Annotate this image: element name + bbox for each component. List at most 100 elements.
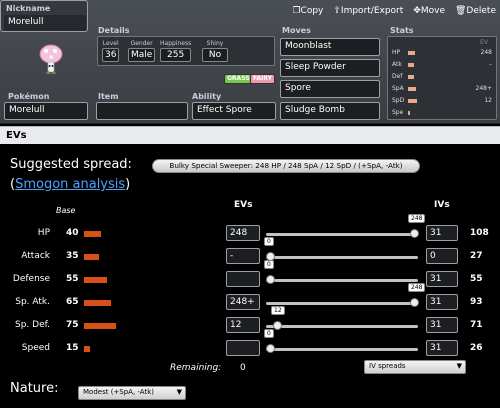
base-column-header: Base bbox=[56, 206, 76, 215]
stat-summary-name: Def bbox=[392, 73, 403, 80]
import-export-button[interactable]: ⇪Import/Export bbox=[333, 6, 403, 16]
smogon-analysis: (Smogon analysis) bbox=[10, 177, 131, 192]
stat-total: 26 bbox=[470, 343, 483, 353]
copy-button[interactable]: ❐Copy bbox=[292, 6, 323, 16]
remaining-value: 0 bbox=[240, 363, 246, 373]
pokemon-input[interactable]: Morelull bbox=[4, 102, 88, 120]
ev-input[interactable] bbox=[226, 340, 260, 356]
ability-input[interactable]: Effect Spore bbox=[192, 102, 276, 120]
ev-slider-thumb[interactable] bbox=[410, 229, 419, 238]
smogon-analysis-link[interactable]: Smogon analysis bbox=[15, 177, 125, 192]
stat-row: Sp. Def. 75 12 12 31 71 bbox=[0, 306, 500, 337]
base-stat-value: 55 bbox=[66, 274, 79, 284]
stat-summary-name: HP bbox=[392, 49, 401, 56]
suggested-spread-button[interactable]: Bulky Special Sweeper: 248 HP / 248 SpA … bbox=[152, 159, 420, 173]
stat-total: 93 bbox=[470, 297, 483, 307]
ev-input[interactable]: 248 bbox=[226, 225, 260, 241]
delete-button[interactable]: 🗑Delete bbox=[455, 6, 496, 16]
stat-summary-name: Spe bbox=[392, 109, 404, 116]
stat-name: Sp. Atk. bbox=[15, 297, 50, 307]
upload-icon: ⇪ bbox=[333, 6, 341, 16]
ev-slider[interactable] bbox=[266, 325, 418, 328]
ev-input[interactable]: 248+ bbox=[226, 294, 260, 310]
pokemon-label: Pokémon bbox=[8, 92, 50, 101]
base-stat-bar bbox=[84, 231, 101, 237]
ivs-column-header: IVs bbox=[434, 200, 450, 210]
ev-slider[interactable] bbox=[266, 233, 418, 236]
nature-select[interactable]: Modest (+SpA, -Atk) ▼ bbox=[78, 386, 186, 400]
copy-icon: ❐ bbox=[292, 6, 301, 16]
ev-slider-tooltip: 12 bbox=[271, 306, 285, 315]
move-input-1[interactable]: Moonblast bbox=[280, 38, 380, 56]
base-stat-value: 65 bbox=[66, 297, 79, 307]
iv-input[interactable]: 31 bbox=[426, 294, 458, 310]
ev-input[interactable] bbox=[226, 271, 260, 287]
iv-spreads-select[interactable]: IV spreads ▼ bbox=[364, 360, 466, 374]
stat-total: 108 bbox=[470, 228, 489, 238]
chevron-down-icon: ▼ bbox=[176, 388, 182, 396]
nickname-input[interactable]: Morelull bbox=[4, 15, 86, 31]
stat-summary-name: SpA bbox=[392, 85, 404, 92]
ev-input[interactable]: - bbox=[226, 248, 260, 264]
iv-input[interactable]: 31 bbox=[426, 340, 458, 356]
iv-input[interactable]: 31 bbox=[426, 271, 458, 287]
ev-slider-thumb[interactable] bbox=[410, 298, 419, 307]
base-stat-value: 75 bbox=[66, 320, 79, 330]
stat-summary-name: Atk bbox=[392, 61, 402, 68]
stat-summary-ev: 12 bbox=[484, 97, 492, 104]
stat-summary-row: SpD 12 bbox=[390, 96, 494, 106]
ev-input[interactable]: 12 bbox=[226, 317, 260, 333]
ev-slider-tooltip: 248 bbox=[408, 283, 426, 292]
shiny-field: Shiny No bbox=[202, 40, 228, 62]
stat-row: Speed 15 0 31 26 bbox=[0, 329, 500, 360]
stat-summary-ev: 248+ bbox=[475, 85, 492, 92]
ev-slider-thumb[interactable] bbox=[273, 321, 282, 330]
stats-summary-button[interactable]: EV HP 248 Atk – Def SpA 248+ SpD 12 Spe bbox=[387, 36, 497, 120]
suggested-spread-label: Suggested spread: bbox=[10, 157, 132, 172]
level-field: Level 36 bbox=[102, 40, 120, 62]
details-box[interactable]: Level 36 Gender Male Happiness 255 Shiny… bbox=[97, 36, 275, 66]
move-input-3[interactable]: Spore bbox=[280, 80, 380, 98]
stat-summary-bar bbox=[408, 63, 414, 67]
base-stat-value: 40 bbox=[66, 228, 79, 238]
type-badge-grass: GRASS bbox=[224, 74, 253, 84]
ev-slider-tooltip: 0 bbox=[264, 237, 274, 246]
ev-slider[interactable] bbox=[266, 256, 418, 259]
ev-slider[interactable] bbox=[266, 279, 418, 282]
item-label: Item bbox=[98, 92, 119, 101]
stat-summary-name: SpD bbox=[392, 97, 405, 104]
remaining-label: Remaining: bbox=[170, 363, 222, 373]
stat-row: HP 40 248 248 31 108 bbox=[0, 214, 500, 245]
nickname-label: Nickname bbox=[6, 4, 51, 13]
ev-slider[interactable] bbox=[266, 348, 418, 351]
stat-summary-bar bbox=[408, 51, 415, 55]
stat-total: 55 bbox=[470, 274, 483, 284]
stat-summary-row: SpA 248+ bbox=[390, 84, 494, 94]
ev-slider-thumb[interactable] bbox=[266, 344, 275, 353]
ev-slider-tooltip: 0 bbox=[264, 329, 274, 338]
iv-input[interactable]: 0 bbox=[426, 248, 458, 264]
stat-summary-ev: – bbox=[489, 61, 492, 68]
ev-slider[interactable] bbox=[266, 302, 418, 305]
ev-slider-thumb[interactable] bbox=[266, 275, 275, 284]
moves-label: Moves bbox=[282, 26, 311, 35]
iv-input[interactable]: 31 bbox=[426, 225, 458, 241]
item-input[interactable] bbox=[96, 102, 188, 120]
stat-summary-bar bbox=[408, 111, 410, 115]
move-input-4[interactable]: Sludge Bomb bbox=[280, 102, 380, 120]
stat-name: Speed bbox=[21, 343, 50, 353]
move-input-2[interactable]: Sleep Powder bbox=[280, 59, 380, 77]
move-button[interactable]: ✥Move bbox=[413, 6, 445, 16]
stat-summary-row: HP 248 bbox=[390, 48, 494, 58]
stats-label: Stats bbox=[390, 26, 414, 35]
happiness-field: Happiness 255 bbox=[160, 40, 192, 62]
set-toolbar: ❐Copy ⇪Import/Export ✥Move 🗑Delete bbox=[292, 6, 496, 16]
stat-name: Attack bbox=[21, 251, 50, 261]
evs-column-header: EVs bbox=[234, 200, 253, 210]
stat-name: Defense bbox=[12, 274, 50, 284]
details-label: Details bbox=[98, 26, 130, 35]
iv-input[interactable]: 31 bbox=[426, 317, 458, 333]
type-badge-fairy: FAIRY bbox=[250, 74, 275, 84]
stat-total: 71 bbox=[470, 320, 483, 330]
gender-field: Gender Male bbox=[128, 40, 156, 62]
